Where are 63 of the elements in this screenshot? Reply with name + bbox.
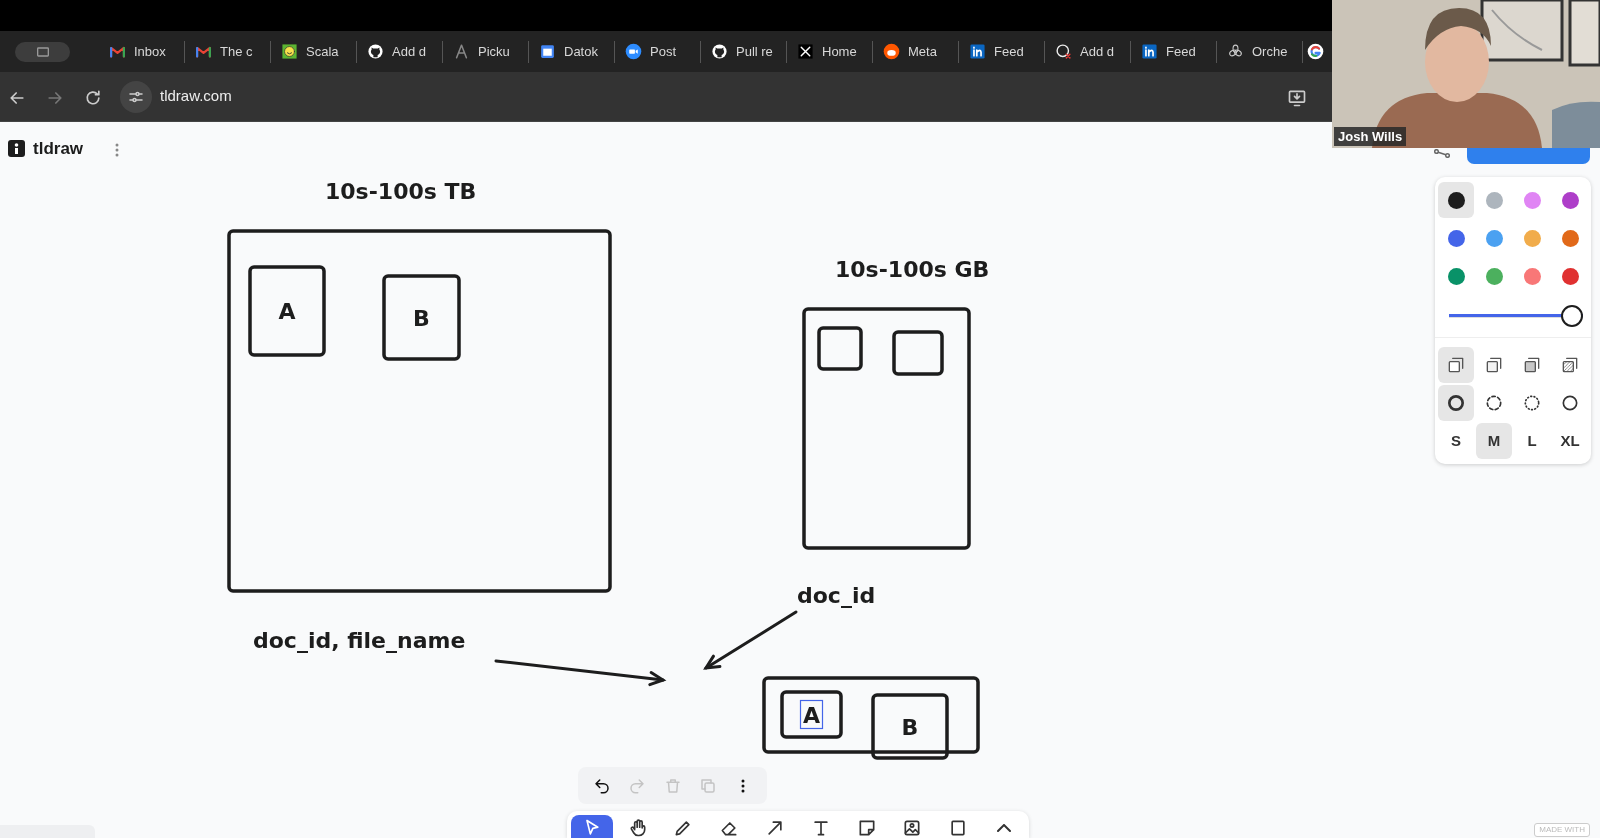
ring-icon[interactable] [1307,43,1324,60]
browser-tab[interactable]: Home [787,40,873,63]
browser-tab[interactable]: Feed [959,40,1045,63]
circle-icon [1560,393,1580,413]
browser-tab[interactable]: Picku [443,40,529,63]
shape-label: B [901,714,919,740]
share-icon[interactable] [1434,149,1450,158]
browser-tab[interactable]: Inbox [99,40,185,63]
duplicate-icon [698,777,717,796]
url-text[interactable]: tldraw.com [160,85,232,108]
squares-icon [1484,355,1504,375]
participant-name: Josh Wills [1334,126,1407,146]
circle-icon [1484,393,1504,413]
x-icon [797,43,814,60]
color-option[interactable] [1438,182,1474,218]
size-option[interactable]: L [1514,423,1550,459]
canvas-text: 10s-100s GB [835,257,990,282]
browser-tab[interactable]: Post [615,40,701,63]
browser-tab[interactable]: Pull re [701,40,787,63]
browser-tab[interactable]: Feed [1131,40,1217,63]
more-vertical-icon [115,142,120,157]
browser-tab[interactable]: Meta [873,40,959,63]
stroke-option[interactable] [1438,385,1474,421]
more-icon [741,779,746,794]
profile-button[interactable] [15,41,70,62]
badge-icon [969,43,986,60]
shape-label: A [803,702,820,728]
logo-icon [8,140,25,158]
squares-icon [1560,355,1580,375]
size-option[interactable]: S [1438,423,1474,459]
site-settings-button[interactable] [120,80,152,113]
size-option[interactable]: XL [1552,423,1588,459]
video-icon [625,43,642,60]
browser-tab[interactable]: Orche [1217,40,1303,63]
browser-tab[interactable]: Scala [271,40,357,63]
triangle-icon [453,43,470,60]
shape-label: A [278,299,296,324]
squares-icon [1522,355,1542,375]
circle-icon [1446,393,1466,413]
trash-icon [663,777,682,796]
redo-icon [628,777,647,796]
chevron-up-icon [997,823,1012,832]
squares-icon [1446,355,1466,375]
badge-icon [1141,43,1158,60]
size-option[interactable]: M [1476,423,1512,459]
browser-tab[interactable]: Add d [357,40,443,63]
smiley-icon [281,43,298,60]
browser-tab[interactable]: Datok [529,40,615,63]
circle-icon [1522,393,1542,413]
cat-icon [711,43,728,60]
browser-tab[interactable]: Add d [1045,40,1131,63]
app-name: tldraw [33,138,84,160]
undo-icon [592,777,611,796]
browser-tab[interactable]: The c [185,40,271,63]
shape-label: B [413,305,430,331]
fill-option[interactable] [1438,347,1474,383]
cat-icon [367,43,384,60]
canvas-text: doc_id, file_name [253,628,466,653]
canvas-text: doc_id [797,583,876,608]
canvas-text: 10s-100s TB [325,179,477,204]
slider-thumb[interactable] [1561,305,1583,327]
monitor-download-icon [1287,88,1307,109]
calendar-icon [539,43,556,60]
